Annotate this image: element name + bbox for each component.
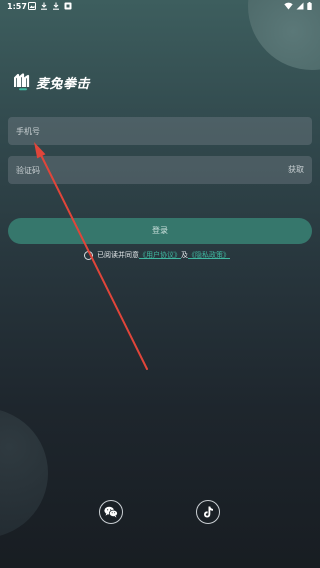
notification-app-icon — [64, 2, 72, 10]
get-code-button[interactable]: 获取 — [288, 156, 304, 184]
status-bar: 1:57 — [0, 0, 320, 14]
verification-code-input[interactable] — [8, 156, 256, 184]
tiktok-icon — [203, 506, 213, 518]
wechat-icon — [104, 506, 118, 518]
brand-name: 麦兔拳击 — [36, 76, 91, 92]
brand-logo: 麦兔拳击 — [14, 72, 90, 92]
battery-icon — [307, 2, 312, 10]
tiktok-login-button[interactable] — [196, 500, 220, 524]
agreement-checkbox[interactable] — [84, 250, 93, 260]
privacy-policy-link[interactable]: 《隐私政策》 — [188, 250, 230, 260]
verification-code-field: 获取 — [8, 156, 312, 184]
signal-icon — [296, 2, 304, 10]
login-screen: 1:57 麦兔拳击 手机号 验证码 获取 登录 已阅读并同意 《用户协议》 及 … — [0, 0, 320, 568]
decorative-circle-bottom — [0, 408, 48, 538]
status-right-group — [284, 2, 312, 10]
wechat-login-button[interactable] — [99, 500, 123, 524]
phone-field — [8, 117, 312, 145]
gallery-icon — [28, 2, 36, 10]
download-icon — [53, 2, 59, 10]
brand-logo-icon — [14, 73, 30, 91]
agreement-prefix: 已阅读并同意 — [97, 251, 139, 259]
status-time: 1:57 — [7, 2, 27, 11]
login-button[interactable]: 登录 — [8, 218, 312, 244]
wifi-icon — [284, 2, 293, 10]
user-agreement-link[interactable]: 《用户协议》 — [139, 250, 181, 260]
agreement-row: 已阅读并同意 《用户协议》 及 《隐私政策》 — [84, 249, 230, 261]
agreement-conjunction: 及 — [181, 251, 188, 259]
download-icon — [41, 2, 47, 10]
phone-input[interactable] — [8, 117, 256, 145]
